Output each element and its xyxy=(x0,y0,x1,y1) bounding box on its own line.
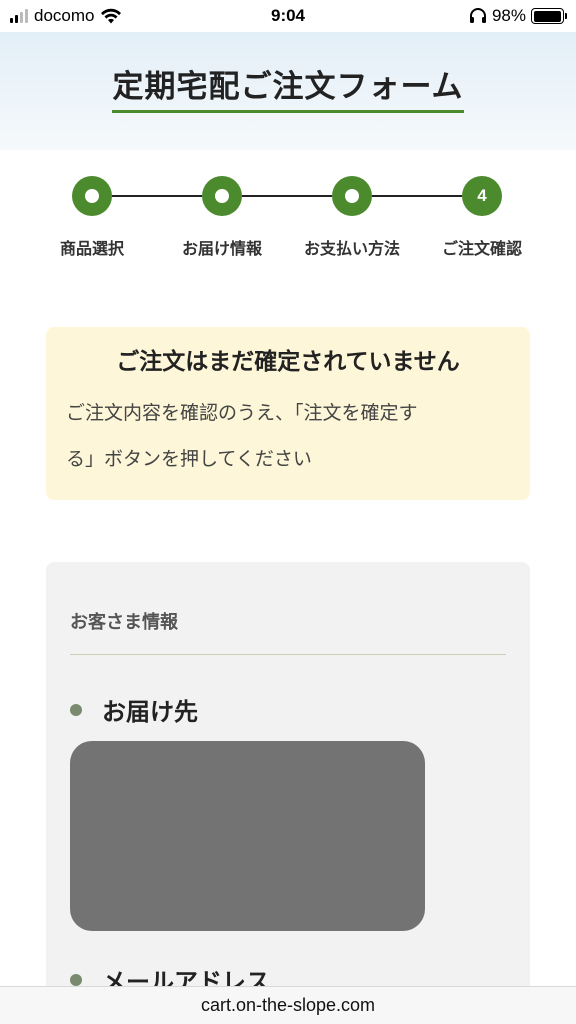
screen: docomo 9:04 98% 定期宅配ご注文フォーム 4 商品選択 お届け情報… xyxy=(0,0,576,1024)
battery-fill xyxy=(533,10,561,22)
step-indicator: 4 商品選択 お届け情報 お支払い方法 ご注文確認 xyxy=(0,172,576,262)
step-connector xyxy=(372,195,462,197)
notice-body: ご注文内容を確認のうえ、「注文を確定す る」ボタンを押してください xyxy=(66,389,510,483)
page-header: 定期宅配ご注文フォーム xyxy=(0,32,576,150)
step-label-payment: お支払い方法 xyxy=(303,239,400,258)
order-not-confirmed-notice: ご注文はまだ確定されていません ご注文内容を確認のうえ、「注文を確定す る」ボタ… xyxy=(46,327,530,500)
delivery-address-label: お届け先 xyxy=(102,698,198,726)
headphones-icon xyxy=(469,8,487,24)
step-connector xyxy=(242,195,332,197)
customer-section-title: お客さま情報 xyxy=(70,612,178,633)
customer-info-card: お客さま情報 お届け先 メールアドレス xyxy=(46,562,530,1024)
right-status-group: 98% xyxy=(469,0,567,32)
step-1-completed-icon xyxy=(72,176,112,216)
step-label-product: 商品選択 xyxy=(59,239,124,258)
notice-line-2: る」ボタンを押してください xyxy=(66,448,312,470)
page-title: 定期宅配ご注文フォーム xyxy=(112,69,464,114)
bullet-icon xyxy=(70,703,82,716)
notice-title: ご注文はまだ確定されていません xyxy=(116,349,460,375)
delivery-address-row: お届け先 xyxy=(70,692,198,727)
step-2-completed-icon xyxy=(202,176,242,216)
step-4-current-icon: 4 xyxy=(462,176,502,216)
step-label-delivery: お届け情報 xyxy=(181,239,262,258)
step-connector xyxy=(112,195,202,197)
browser-url-bar[interactable]: cart.on-the-slope.com xyxy=(0,986,576,1024)
bullet-icon xyxy=(70,973,82,986)
status-bar: docomo 9:04 98% xyxy=(0,0,576,32)
step-4-number: 4 xyxy=(477,186,487,205)
step-3-completed-icon xyxy=(332,176,372,216)
battery-percent: 98% xyxy=(491,6,526,25)
redacted-address-block xyxy=(70,741,425,931)
section-divider xyxy=(70,654,506,655)
notice-line-1: ご注文内容を確認のうえ、「注文を確定す xyxy=(66,402,418,424)
url-text[interactable]: cart.on-the-slope.com xyxy=(201,995,375,1016)
step-label-confirm: ご注文確認 xyxy=(441,239,522,258)
battery-icon xyxy=(531,8,567,24)
